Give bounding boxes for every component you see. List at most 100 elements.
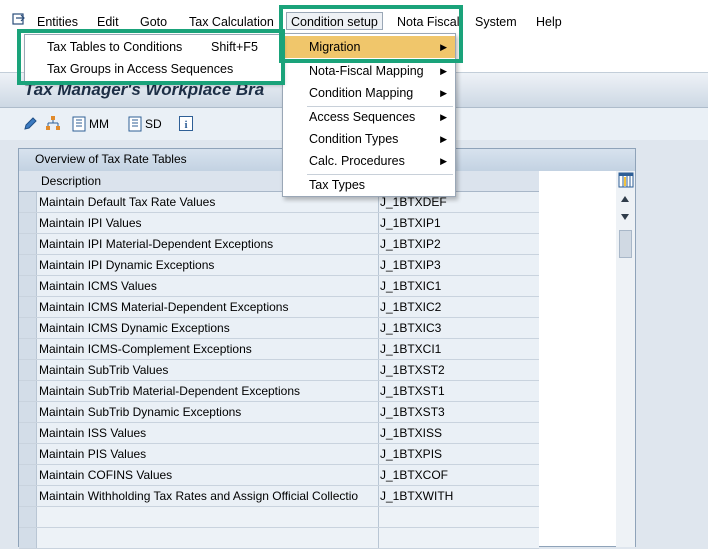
cell-description[interactable]: Maintain IPI Dynamic Exceptions [39, 258, 214, 272]
cell-table-name[interactable]: J_1BTXIP1 [380, 216, 441, 230]
cell-table-name[interactable]: J_1BTXIP3 [380, 258, 441, 272]
cell-description[interactable]: Maintain Default Tax Rate Values [39, 195, 215, 209]
cell-table-name[interactable]: J_1BTXIC1 [380, 279, 441, 293]
cell-table-name[interactable]: J_1BTXWITH [380, 489, 453, 503]
row-selector[interactable] [19, 318, 37, 338]
row-selector[interactable] [19, 402, 37, 422]
condition-setup-menu: Migration ▶ Nota-Fiscal Mapping ▶ Condit… [282, 33, 456, 197]
row-selector[interactable] [19, 528, 37, 548]
cell-table-name[interactable]: J_1BTXIP2 [380, 237, 441, 251]
menu-item-condition-mapping[interactable]: Condition Mapping ▶ [283, 82, 455, 104]
row-selector[interactable] [19, 465, 37, 485]
menu-item-tax-tables-to-conditions[interactable]: Tax Tables to Conditions Shift+F5 [25, 36, 281, 58]
menu-tax-calculation[interactable]: Tax Calculation [189, 13, 274, 31]
cell-table-name[interactable]: J_1BTXIC2 [380, 300, 441, 314]
cell-table-name[interactable]: J_1BTXST1 [380, 384, 445, 398]
column-divider [378, 423, 379, 443]
table-row[interactable]: Maintain ICMS-Complement Exceptions J_1BT… [19, 339, 539, 360]
cell-description[interactable]: Maintain ICMS-Complement Exceptions [39, 342, 252, 356]
table-row[interactable]: Maintain Default Tax Rate Values J_1BTXDE… [19, 192, 539, 213]
menu-edit[interactable]: Edit [97, 13, 119, 31]
table-row[interactable]: Maintain SubTrib Dynamic Exceptions J_1BT… [19, 402, 539, 423]
cell-table-name[interactable]: J_1BTXST3 [380, 405, 445, 419]
chevron-right-icon: ▶ [440, 66, 447, 76]
row-selector[interactable] [19, 360, 37, 380]
info-icon[interactable]: i [179, 116, 193, 131]
scroll-up-icon[interactable] [620, 195, 630, 203]
menu-system[interactable]: System [475, 13, 517, 31]
mm-button[interactable]: MM [89, 116, 109, 132]
cell-description[interactable]: Maintain SubTrib Values [39, 363, 168, 377]
row-selector[interactable] [19, 297, 37, 317]
column-config-icon[interactable] [618, 172, 634, 188]
row-selector[interactable] [19, 339, 37, 359]
menu-icon[interactable] [12, 12, 26, 26]
cell-description[interactable]: Maintain ISS Values [39, 426, 146, 440]
menu-item-calc-procedures[interactable]: Calc. Procedures ▶ [283, 150, 455, 172]
menu-item-nota-fiscal-mapping[interactable]: Nota-Fiscal Mapping ▶ [283, 60, 455, 82]
menu-item-condition-types[interactable]: Condition Types ▶ [283, 128, 455, 150]
table-row[interactable]: Maintain ISS Values J_1BTXISS [19, 423, 539, 444]
table-row[interactable]: Maintain ICMS Dynamic Exceptions J_1BTXIC… [19, 318, 539, 339]
column-divider [378, 381, 379, 401]
cell-description[interactable]: Maintain ICMS Dynamic Exceptions [39, 321, 230, 335]
mm-document-icon[interactable] [72, 116, 86, 132]
cell-table-name[interactable]: J_1BTXPIS [380, 447, 442, 461]
row-selector[interactable] [19, 486, 37, 506]
row-selector[interactable] [19, 381, 37, 401]
cell-description[interactable]: Maintain IPI Material-Dependent Exceptio… [39, 237, 273, 251]
row-selector[interactable] [19, 192, 37, 212]
row-selector[interactable] [19, 234, 37, 254]
scroll-down-icon[interactable] [620, 213, 630, 221]
menu-condition-setup[interactable]: Condition setup [286, 12, 383, 30]
menu-goto[interactable]: Goto [140, 13, 167, 31]
cell-description[interactable]: Maintain Withholding Tax Rates and Assig… [39, 489, 358, 503]
table-row[interactable]: Maintain ICMS Values J_1BTXIC1 [19, 276, 539, 297]
cell-table-name[interactable]: J_1BTXST2 [380, 363, 445, 377]
menu-item-tax-types[interactable]: Tax Types [283, 174, 455, 196]
menu-item-access-sequences[interactable]: Access Sequences ▶ [283, 106, 455, 128]
cell-description[interactable]: Maintain COFINS Values [39, 468, 172, 482]
menu-item-migration[interactable]: Migration ▶ [283, 36, 455, 58]
table-row[interactable]: Maintain ICMS Material-Dependent Excepti… [19, 297, 539, 318]
cell-description[interactable]: Maintain IPI Values [39, 216, 142, 230]
cell-description[interactable]: Maintain ICMS Values [39, 279, 157, 293]
row-selector[interactable] [19, 276, 37, 296]
table-row[interactable]: Maintain PIS Values J_1BTXPIS [19, 444, 539, 465]
table-row[interactable]: Maintain SubTrib Material-Dependent Exce… [19, 381, 539, 402]
cell-description[interactable]: Maintain PIS Values [39, 447, 146, 461]
cell-table-name[interactable]: J_1BTXDEF [380, 195, 447, 209]
cell-description[interactable]: Maintain SubTrib Material-Dependent Exce… [39, 384, 300, 398]
table-row[interactable]: Maintain IPI Material-Dependent Exceptio… [19, 234, 539, 255]
row-selector[interactable] [19, 213, 37, 233]
cell-table-name[interactable]: J_1BTXCOF [380, 468, 448, 482]
row-selector[interactable] [19, 507, 37, 527]
table-row[interactable]: Maintain SubTrib Values J_1BTXST2 [19, 360, 539, 381]
table-row[interactable] [19, 507, 539, 528]
sd-button[interactable]: SD [145, 116, 162, 132]
column-divider [378, 465, 379, 485]
cell-description[interactable]: Maintain ICMS Material-Dependent Excepti… [39, 300, 288, 314]
cell-description[interactable]: Maintain SubTrib Dynamic Exceptions [39, 405, 241, 419]
menu-nota-fiscal[interactable]: Nota Fiscal [397, 13, 460, 31]
row-selector[interactable] [19, 444, 37, 464]
table-row[interactable]: Maintain COFINS Values J_1BTXCOF [19, 465, 539, 486]
column-header-description[interactable]: Description [41, 174, 101, 188]
scroll-thumb[interactable] [619, 230, 632, 258]
vertical-scrollbar[interactable] [616, 171, 635, 547]
table-row[interactable]: Maintain IPI Values J_1BTXIP1 [19, 213, 539, 234]
row-selector[interactable] [19, 255, 37, 275]
table-row[interactable]: Maintain IPI Dynamic Exceptions J_1BTXIP3 [19, 255, 539, 276]
cell-table-name[interactable]: J_1BTXISS [380, 426, 442, 440]
cell-table-name[interactable]: J_1BTXCI1 [380, 342, 441, 356]
table-row[interactable] [19, 528, 539, 549]
menu-help[interactable]: Help [536, 13, 562, 31]
edit-pencil-icon[interactable] [22, 116, 38, 132]
sd-document-icon[interactable] [128, 116, 142, 132]
menu-item-tax-groups-in-access-sequences[interactable]: Tax Groups in Access Sequences [25, 58, 281, 80]
table-row[interactable]: Maintain Withholding Tax Rates and Assig… [19, 486, 539, 507]
row-selector[interactable] [19, 423, 37, 443]
hierarchy-icon[interactable] [45, 115, 61, 131]
menu-entities[interactable]: Entities [37, 13, 78, 31]
cell-table-name[interactable]: J_1BTXIC3 [380, 321, 441, 335]
